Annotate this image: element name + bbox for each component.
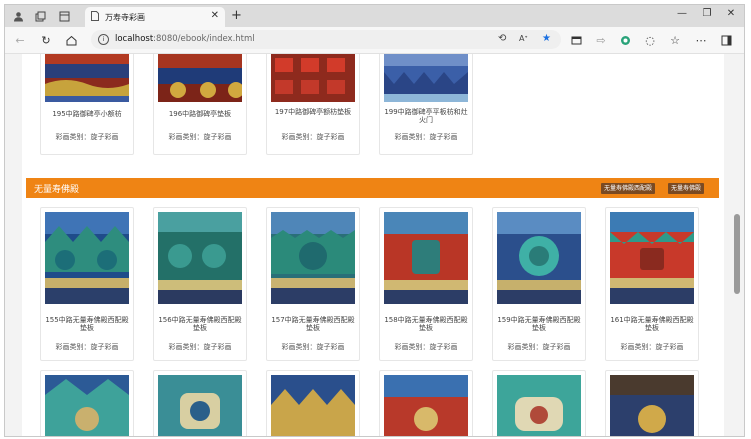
card-thumbnail[interactable]	[610, 375, 694, 436]
card-type: 彩画类别：旋子彩画	[394, 133, 458, 141]
card-row3-3[interactable]	[266, 370, 360, 436]
card-row3-6[interactable]	[605, 370, 699, 436]
restore-icon[interactable]: ❐	[697, 8, 717, 19]
card-thumbnail[interactable]	[497, 212, 581, 304]
card-name: 196中路御碑亭垫板	[168, 110, 232, 118]
card-row3-1[interactable]	[40, 370, 134, 436]
card-thumbnail[interactable]	[45, 54, 129, 102]
page-scrollbar[interactable]	[732, 54, 742, 436]
card-thumbnail[interactable]	[497, 375, 581, 436]
card-name: 156中路无量寿佛殿西配殿垫板	[158, 316, 242, 332]
card-type: 彩画类别：旋子彩画	[281, 133, 345, 141]
card-name: 157中路无量寿佛殿西配殿垫板	[271, 316, 355, 332]
address-bar[interactable]: i localhost:8080/ebook/index.html ⟲ Aᐩ ★	[91, 30, 561, 49]
minimize-icon[interactable]: —	[672, 8, 692, 19]
ebook-page: 195中路御碑亭小额枋 彩画类别：旋子彩画 196中路御碑亭垫板 彩画类别：旋子…	[22, 54, 724, 436]
back-icon[interactable]: ←	[13, 33, 27, 47]
card-name: 158中路无量寿佛殿西配殿垫板	[384, 316, 468, 332]
card-name: 161中路无量寿佛殿西配殿垫板	[610, 316, 694, 332]
browser-tab[interactable]: 万寿寺彩画 ✕	[85, 7, 225, 27]
refresh-icon[interactable]: ↻	[39, 33, 53, 47]
card-row3-5[interactable]	[492, 370, 586, 436]
url-text: localhost:8080/ebook/index.html	[115, 34, 255, 44]
card-type: 彩画类别：旋子彩画	[394, 343, 458, 351]
card-155[interactable]: 155中路无量寿佛殿西配殿垫板 彩画类别：旋子彩画	[40, 207, 134, 361]
card-type: 彩画类别：旋子彩画	[620, 343, 684, 351]
copilot-icon[interactable]	[618, 33, 632, 47]
sidebar-icon[interactable]	[719, 33, 733, 47]
tab-strip: 万寿寺彩画 ✕ + — ❐ ✕	[5, 5, 744, 27]
close-icon[interactable]: ✕	[211, 10, 219, 21]
section-link-main-hall[interactable]: 无量寿佛殿	[668, 183, 705, 194]
card-type: 彩画类别：旋子彩画	[168, 343, 232, 351]
card-type: 彩画类别：旋子彩画	[281, 343, 345, 351]
translate-icon[interactable]: ⟲	[498, 33, 506, 44]
split-screen-icon[interactable]	[569, 33, 583, 47]
card-thumbnail[interactable]	[45, 212, 129, 304]
section-header: 无量寿佛殿 无量寿佛殿西配殿 无量寿佛殿	[26, 178, 719, 198]
card-thumbnail[interactable]	[45, 375, 129, 436]
card-thumbnail[interactable]	[158, 54, 242, 102]
card-157[interactable]: 157中路无量寿佛殿西配殿垫板 彩画类别：旋子彩画	[266, 207, 360, 361]
section-link-west-hall[interactable]: 无量寿佛殿西配殿	[601, 183, 656, 194]
info-icon[interactable]: i	[98, 34, 109, 45]
card-thumbnail[interactable]	[271, 212, 355, 304]
card-row3-2[interactable]	[153, 370, 247, 436]
card-199[interactable]: 199中路御碑亭平板枋和灶火门 彩画类别：旋子彩画	[379, 54, 473, 155]
extensions-icon[interactable]: ⇨	[594, 33, 608, 47]
card-thumbnail[interactable]	[384, 375, 468, 436]
home-icon[interactable]	[64, 33, 78, 47]
card-name: 199中路御碑亭平板枋和灶火门	[384, 108, 468, 124]
card-thumbnail[interactable]	[158, 212, 242, 304]
card-name: 159中路无量寿佛殿西配殿垫板	[497, 316, 581, 332]
card-type: 彩画类别：旋子彩画	[168, 133, 232, 141]
favorite-star-icon[interactable]: ★	[542, 33, 551, 44]
card-name: 197中路御碑亭额枋垫板	[274, 108, 352, 116]
scrollbar-thumb[interactable]	[734, 214, 740, 294]
card-thumbnail[interactable]	[158, 375, 242, 436]
card-196[interactable]: 196中路御碑亭垫板 彩画类别：旋子彩画	[153, 54, 247, 155]
card-type: 彩画类别：旋子彩画	[55, 133, 119, 141]
card-row3-4[interactable]	[379, 370, 473, 436]
tab-title: 万寿寺彩画	[105, 13, 145, 22]
close-window-icon[interactable]: ✕	[721, 8, 741, 19]
favorites-icon[interactable]: ☆	[668, 33, 682, 47]
browser-window: 万寿寺彩画 ✕ + — ❐ ✕ ← ↻ i localhost:8080/ebo…	[4, 4, 745, 437]
card-195[interactable]: 195中路御碑亭小额枋 彩画类别：旋子彩画	[40, 54, 134, 155]
workspaces-icon[interactable]	[33, 9, 47, 23]
card-type: 彩画类别：旋子彩画	[55, 343, 119, 351]
card-thumbnail[interactable]	[384, 54, 468, 102]
card-name: 195中路御碑亭小额枋	[52, 110, 122, 118]
read-aloud-icon[interactable]: Aᐩ	[519, 34, 528, 43]
section-title: 无量寿佛殿	[34, 185, 80, 195]
card-name: 155中路无量寿佛殿西配殿垫板	[45, 316, 129, 332]
card-thumbnail[interactable]	[271, 375, 355, 436]
page-icon	[91, 11, 99, 24]
more-icon[interactable]: ⋯	[694, 33, 708, 47]
profile-icon[interactable]	[11, 9, 25, 23]
address-bar-row: ← ↻ i localhost:8080/ebook/index.html ⟲ …	[5, 27, 744, 54]
card-thumbnail[interactable]	[384, 212, 468, 304]
card-type: 彩画类别：旋子彩画	[507, 343, 571, 351]
browser-essentials-icon[interactable]: ◌	[643, 33, 657, 47]
card-thumbnail[interactable]	[271, 54, 355, 102]
card-158[interactable]: 158中路无量寿佛殿西配殿垫板 彩画类别：旋子彩画	[379, 207, 473, 361]
card-197[interactable]: 197中路御碑亭额枋垫板 彩画类别：旋子彩画	[266, 54, 360, 155]
plus-icon[interactable]: +	[231, 8, 242, 23]
card-thumbnail[interactable]	[610, 212, 694, 304]
card-156[interactable]: 156中路无量寿佛殿西配殿垫板 彩画类别：旋子彩画	[153, 207, 247, 361]
tab-actions-icon[interactable]	[57, 9, 71, 23]
card-159[interactable]: 159中路无量寿佛殿西配殿垫板 彩画类别：旋子彩画	[492, 207, 586, 361]
card-161[interactable]: 161中路无量寿佛殿西配殿垫板 彩画类别：旋子彩画	[605, 207, 699, 361]
page-viewport: 195中路御碑亭小额枋 彩画类别：旋子彩画 196中路御碑亭垫板 彩画类别：旋子…	[5, 54, 744, 436]
